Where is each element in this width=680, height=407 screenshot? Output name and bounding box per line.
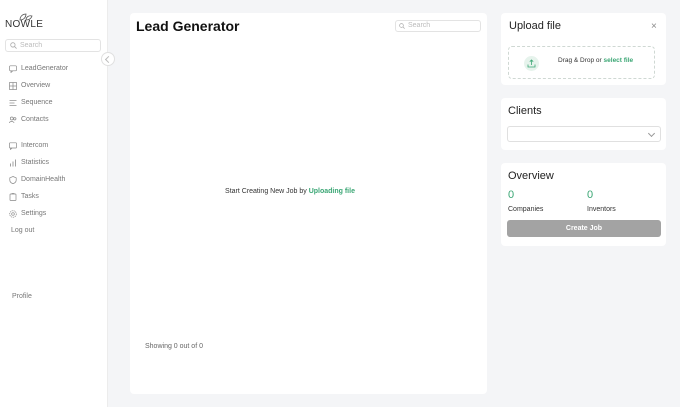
main-card: Lead Generator Search Start Creating New… [130,13,487,394]
drag-drop-label: Drag & Drop or [558,57,602,64]
overview-title: Overview [508,170,554,182]
sidebar-item-settings[interactable]: Settings [9,208,46,220]
inventors-label: Inventors [587,206,616,213]
search-icon [399,23,405,29]
list-icon [9,100,17,106]
sidebar-item-label: Overview [21,82,51,89]
logout-link[interactable]: Log out [11,227,34,234]
message-icon [9,142,17,150]
sidebar-item-intercom[interactable]: Intercom [9,140,48,152]
profile-link[interactable]: Profile [12,293,32,300]
clients-select[interactable] [507,126,661,142]
sidebar-item-label: LeadGenerator [21,65,69,72]
bar-chart-icon [10,159,16,167]
sidebar-item-statistics[interactable]: Statistics [9,157,49,169]
sidebar: NOWLE Search LeadGenerator Overview Sequ… [0,0,115,407]
chevron-down-icon [647,129,656,138]
sidebar-item-overview[interactable]: Overview [9,80,50,92]
sidebar-item-tasks[interactable]: Tasks [9,191,39,203]
page-title: Lead Generator [136,18,240,34]
sidebar-collapse-button[interactable] [101,52,115,66]
sidebar-item-label: Tasks [21,193,39,200]
sidebar-item-label: Contacts [21,116,49,123]
grid-icon [9,82,17,90]
close-icon[interactable]: × [651,21,657,32]
gear-icon [9,210,17,218]
main-search-input[interactable]: Search [395,20,481,32]
chat-icon [9,65,17,73]
create-job-button[interactable]: Create Job [507,220,661,237]
upload-file-title: Upload file [509,20,561,32]
companies-label: Companies [508,206,544,213]
dropzone-text: Drag & Drop or select file [558,57,633,64]
sidebar-item-contacts[interactable]: Contacts [9,114,49,126]
uploading-file-link[interactable]: Uploading file [309,188,355,195]
sidebar-item-label: Settings [21,210,47,217]
clients-title: Clients [508,105,542,117]
empty-state-message: Start Creating New Job by Uploading file [130,188,450,195]
sidebar-item-label: Statistics [21,159,50,166]
clipboard-icon [9,193,17,201]
select-file-link[interactable]: select file [604,57,634,64]
sidebar-item-label: Sequence [21,99,53,106]
upload-icon [524,56,539,71]
companies-count: 0 [508,189,515,201]
clients-card: Clients [501,98,666,150]
sidebar-search-input[interactable]: Search [5,39,101,52]
sidebar-item-sequence[interactable]: Sequence [9,97,53,109]
users-icon [9,116,17,124]
upload-file-card: Upload file × Drag & Drop or select file [501,13,666,85]
file-dropzone[interactable]: Drag & Drop or select file [508,46,655,79]
inventors-count: 0 [587,189,594,201]
logo-text: NOWLE [5,19,44,30]
sidebar-search-placeholder: Search [20,42,43,49]
shield-icon [9,176,17,184]
overview-card: Overview 0 Companies 0 Inventors Create … [501,163,666,246]
empty-state-text: Start Creating New Job by [225,188,307,195]
sidebar-item-label: DomainHealth [21,176,66,183]
search-icon [10,42,17,49]
sidebar-item-domainhealth[interactable]: DomainHealth [9,174,65,186]
main-search-placeholder: Search [408,22,431,29]
sidebar-item-leadgenerator[interactable]: LeadGenerator [9,63,68,75]
sidebar-item-label: Intercom [21,142,49,149]
pagination-status: Showing 0 out of 0 [145,343,203,350]
